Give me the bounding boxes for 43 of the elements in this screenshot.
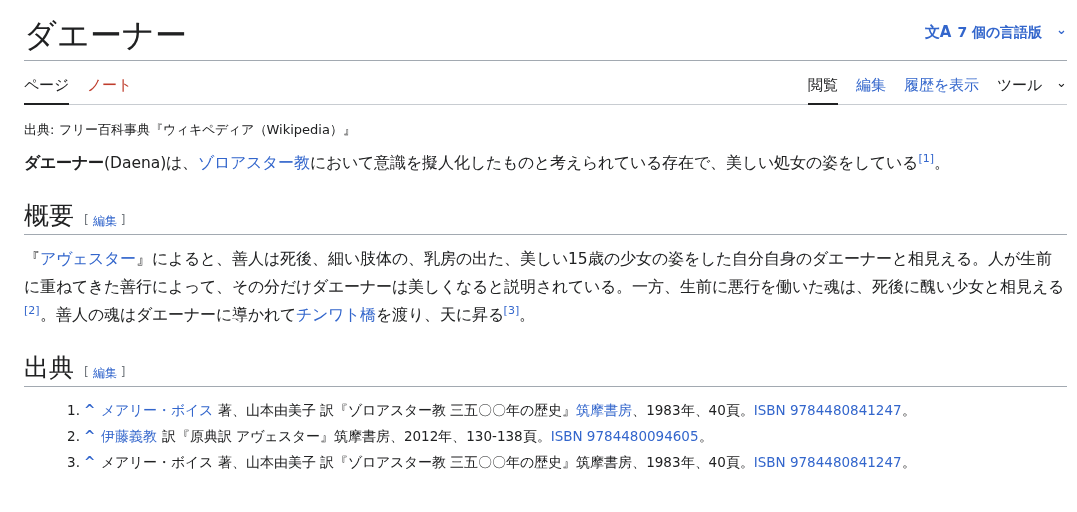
link[interactable]: ゾロアスター教: [198, 154, 311, 172]
translate-icon: 文A: [924, 23, 952, 42]
link[interactable]: ISBN 9784480841247: [753, 402, 902, 418]
tools-menu[interactable]: ツール ⌄: [997, 61, 1067, 105]
caret-icon: ⌄: [1056, 22, 1067, 37]
paragraph: ダエーナー(Daena)は、ゾロアスター教において意識を擬人化したものと考えられている存在で、美しい処女の姿をしている$^{[1]}$。: [24, 150, 951, 174]
caret-icon: ⌄: [1056, 74, 1067, 90]
backlink[interactable]: ^: [84, 397, 96, 423]
reference-link[interactable]: [1]: [918, 151, 934, 165]
link[interactable]: チンワト橋: [295, 306, 376, 324]
bracket: ]: [120, 365, 126, 381]
reference-text: 伊藤義教 訳『原典訳 アヴェスター』筑摩書房、2012年、130-138頁。ISBN 9784480094605。: [101, 427, 713, 446]
link[interactable]: アヴェスター: [40, 250, 136, 268]
reference-link[interactable]: [3]: [503, 303, 520, 317]
bracket: [: [84, 213, 89, 229]
link[interactable]: ISBN 9784480094605: [550, 428, 699, 444]
language-button[interactable]: 文A 7 個の言語版 ⌄: [924, 23, 1067, 54]
section-heading: 出典: [24, 353, 74, 383]
link[interactable]: 伊藤義教: [101, 428, 158, 444]
reference-text: メアリー・ボイス 著、山本由美子 訳『ゾロアスター教 三五〇〇年の歴史』筑摩書房、1983年、40頁。ISBN 9784480841247。: [101, 453, 916, 472]
backlink[interactable]: ^: [84, 449, 96, 475]
tab[interactable]: 閲覧: [808, 61, 839, 105]
list-number: 3.: [66, 453, 80, 472]
link[interactable]: ISBN 9784480841247: [753, 454, 902, 470]
reference-link[interactable]: [2]: [24, 303, 40, 317]
page-title: ダエーナー: [24, 15, 187, 54]
list-number: 2.: [66, 427, 80, 446]
section-heading: 概要: [24, 201, 74, 231]
tab[interactable]: 履歴を表示: [904, 61, 980, 105]
reference-text: メアリー・ボイス 著、山本由美子 訳『ゾロアスター教 三五〇〇年の歴史』筑摩書房、1983年、40頁。ISBN 9784480841247。: [101, 401, 916, 420]
link[interactable]: 筑摩書房: [576, 402, 633, 418]
tab[interactable]: 編集: [856, 61, 887, 105]
list-number: 1.: [66, 401, 80, 420]
edit-link[interactable]: 編集: [92, 365, 117, 382]
bracket: [: [84, 365, 89, 381]
bracket: ]: [120, 213, 126, 229]
paragraph: 『アヴェスター』によると、善人は死後、細い肢体の、乳房の出た、美しい15歳の少女の姿をした自分自身のダエーナーと相見える。人が生前に重ねてきた善行によって、その分だけダエーナーは美しくなると説明されている。一方、生前に悪行を働いた魂は、死後に醜い少女と相見える $^{[2]}$。善人の魂はダエーナーに導かれてチンワト橋を渡り、天に昇る$^{[3]}$。: [24, 249, 1065, 326]
link[interactable]: メアリー・ボイス: [101, 402, 214, 418]
edit-link[interactable]: 編集: [92, 213, 117, 230]
tab[interactable]: ノート: [87, 61, 132, 105]
backlink[interactable]: ^: [84, 423, 96, 449]
source-line: 出典: フリー百科事典『ウィキペディア（Wikipedia）』: [24, 121, 357, 139]
tab[interactable]: ページ: [24, 61, 69, 105]
